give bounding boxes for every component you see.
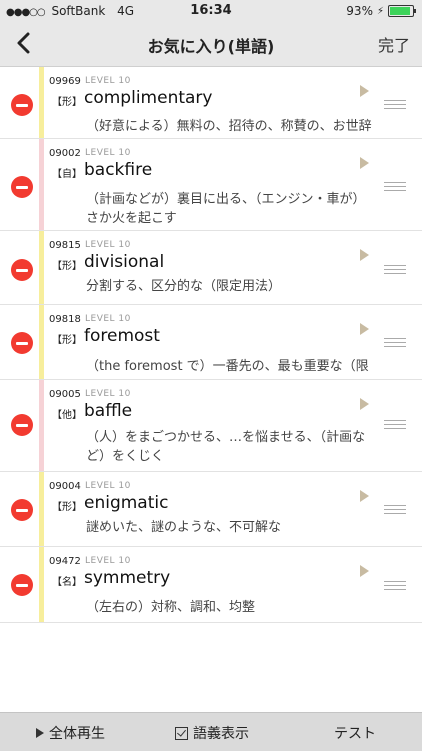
word: foremost bbox=[84, 326, 160, 346]
play-all-label: 全体再生 bbox=[49, 726, 105, 742]
test-button[interactable]: テスト bbox=[334, 723, 376, 743]
word-number: 09969 bbox=[49, 76, 81, 87]
checkbox-icon bbox=[175, 726, 188, 740]
word-number: 09005 bbox=[49, 389, 81, 400]
list-item[interactable]: 09969 LEVEL 10 【形】 complimentary （好意による）… bbox=[0, 67, 422, 139]
level-stripe bbox=[39, 380, 44, 471]
play-icon[interactable] bbox=[360, 85, 369, 97]
reorder-handle-icon[interactable] bbox=[384, 265, 406, 277]
part-of-speech: 【形】 bbox=[52, 335, 82, 346]
word-definition: （人）をまごつかせる、…を悩ませる、（計画など）をくじく bbox=[86, 430, 366, 464]
play-icon[interactable] bbox=[360, 565, 369, 577]
word-definition: （左右の）対称、調和、均整 bbox=[86, 600, 256, 615]
word-level: LEVEL 10 bbox=[85, 314, 131, 324]
word-level: LEVEL 10 bbox=[85, 148, 131, 158]
list-item[interactable]: 09815 LEVEL 10 【形】 divisional 分割する、区分的な（… bbox=[0, 231, 422, 305]
charging-icon: ⚡ bbox=[376, 5, 384, 17]
word-level: LEVEL 10 bbox=[85, 556, 131, 566]
status-bar: ●●●○○ SoftBank 4G 16:34 93% ⚡ bbox=[0, 0, 422, 22]
level-stripe bbox=[39, 547, 44, 622]
word-number: 09815 bbox=[49, 240, 81, 251]
favorites-word-list: 09969 LEVEL 10 【形】 complimentary （好意による）… bbox=[0, 67, 422, 623]
delete-button[interactable] bbox=[11, 259, 33, 281]
reorder-handle-icon[interactable] bbox=[384, 420, 406, 432]
play-icon[interactable] bbox=[360, 490, 369, 502]
page-title: お気に入り(単語) bbox=[147, 37, 275, 56]
word-definition: 謎めいた、謎のような、不可解な bbox=[86, 520, 282, 535]
word: symmetry bbox=[84, 568, 171, 588]
battery-status: 93% ⚡ bbox=[346, 4, 416, 18]
part-of-speech: 【形】 bbox=[52, 502, 82, 513]
level-stripe bbox=[39, 139, 44, 230]
word: baffle bbox=[84, 401, 133, 421]
word-level: LEVEL 10 bbox=[85, 76, 131, 86]
level-stripe bbox=[39, 305, 44, 379]
navigation-bar: お気に入り(単語) 完了 bbox=[0, 22, 422, 67]
reorder-handle-icon[interactable] bbox=[384, 182, 406, 194]
reorder-handle-icon[interactable] bbox=[384, 581, 406, 593]
battery-icon bbox=[388, 5, 416, 17]
play-all-button[interactable]: 全体再生 bbox=[36, 723, 105, 743]
reorder-handle-icon[interactable] bbox=[384, 505, 406, 517]
word-number: 09002 bbox=[49, 148, 81, 159]
done-button[interactable]: 完了 bbox=[378, 32, 410, 56]
word-definition: （the foremost で）一番先の、最も重要な（限定用法） bbox=[86, 359, 369, 374]
play-icon[interactable] bbox=[360, 157, 369, 169]
delete-button[interactable] bbox=[11, 574, 33, 596]
play-icon[interactable] bbox=[360, 323, 369, 335]
word-number: 09004 bbox=[49, 481, 81, 492]
delete-button[interactable] bbox=[11, 176, 33, 198]
word-definition: （計画などが）裏目に出る、（エンジン・車が）さか火を起こす bbox=[86, 192, 366, 226]
part-of-speech: 【形】 bbox=[52, 97, 82, 108]
part-of-speech: 【名】 bbox=[52, 577, 82, 588]
show-meaning-label: 語義表示 bbox=[193, 726, 249, 742]
play-icon[interactable] bbox=[360, 398, 369, 410]
level-stripe bbox=[39, 231, 44, 304]
play-icon bbox=[36, 728, 44, 738]
list-item[interactable]: 09818 LEVEL 10 【形】 foremost （the foremos… bbox=[0, 305, 422, 380]
word: enigmatic bbox=[84, 493, 169, 513]
part-of-speech: 【自】 bbox=[52, 169, 82, 180]
list-item[interactable]: 09002 LEVEL 10 【自】 backfire （計画などが）裏目に出る… bbox=[0, 139, 422, 231]
bottom-toolbar: 全体再生 語義表示 テスト bbox=[0, 712, 422, 751]
word-definition: 分割する、区分的な（限定用法） bbox=[86, 279, 282, 294]
reorder-handle-icon[interactable] bbox=[384, 100, 406, 112]
list-item[interactable]: 09004 LEVEL 10 【形】 enigmatic 謎めいた、謎のような、… bbox=[0, 472, 422, 547]
word-level: LEVEL 10 bbox=[85, 389, 131, 399]
word-number: 09472 bbox=[49, 556, 81, 567]
part-of-speech: 【他】 bbox=[52, 410, 82, 421]
play-icon[interactable] bbox=[360, 249, 369, 261]
level-stripe bbox=[39, 472, 44, 546]
delete-button[interactable] bbox=[11, 414, 33, 436]
test-label: テスト bbox=[334, 726, 376, 742]
word-definition: （好意による）無料の、招待の、称賛の、お世辞の bbox=[86, 119, 372, 134]
delete-button[interactable] bbox=[11, 332, 33, 354]
word: complimentary bbox=[84, 88, 213, 108]
delete-button[interactable] bbox=[11, 94, 33, 116]
battery-percent: 93% bbox=[346, 4, 373, 18]
list-item[interactable]: 09005 LEVEL 10 【他】 baffle （人）をまごつかせる、…を悩… bbox=[0, 380, 422, 472]
list-item[interactable]: 09472 LEVEL 10 【名】 symmetry （左右の）対称、調和、均… bbox=[0, 547, 422, 623]
delete-button[interactable] bbox=[11, 499, 33, 521]
word-number: 09818 bbox=[49, 314, 81, 325]
word: backfire bbox=[84, 160, 153, 180]
level-stripe bbox=[39, 67, 44, 138]
reorder-handle-icon[interactable] bbox=[384, 338, 406, 350]
word: divisional bbox=[84, 252, 165, 272]
part-of-speech: 【形】 bbox=[52, 261, 82, 272]
show-meaning-toggle[interactable]: 語義表示 bbox=[175, 723, 249, 743]
word-level: LEVEL 10 bbox=[85, 240, 131, 250]
word-level: LEVEL 10 bbox=[85, 481, 131, 491]
